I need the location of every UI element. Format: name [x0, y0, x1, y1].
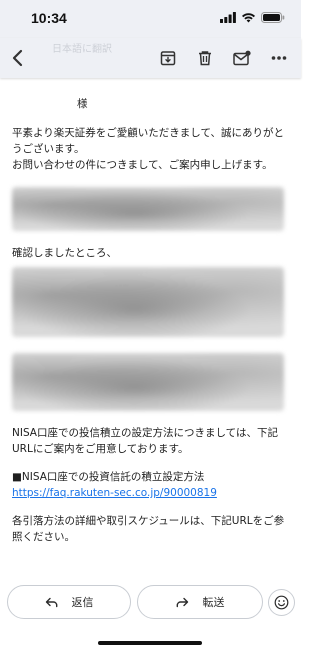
nisa-heading: ■NISA口座での投資信託の積立設定方法	[12, 471, 205, 483]
archive-button[interactable]	[158, 48, 178, 68]
redacted-block	[12, 187, 284, 231]
reply-icon	[45, 597, 57, 607]
confirm-text: 確認しましたところ、	[12, 247, 117, 259]
home-indicator	[98, 641, 202, 645]
mark-unread-button[interactable]	[232, 48, 252, 68]
signal-icon	[220, 12, 236, 23]
battery-icon	[261, 12, 285, 23]
email-body: 様 平素より楽天証券をご愛顧いただきまして、誠にありがとうございます。 お問い合…	[0, 78, 301, 588]
mark-unread-icon	[233, 50, 251, 66]
back-icon	[12, 49, 23, 67]
status-time: 10:34	[31, 10, 67, 26]
intro-text-2: お問い合わせの件につきまして、ご案内申し上げます。	[12, 159, 273, 171]
more-button[interactable]	[269, 48, 289, 68]
wifi-icon	[242, 13, 255, 23]
schedule-paragraph: 各引落方法の詳細や取引スケジュールは、下記URLをご参照ください。	[12, 515, 285, 543]
nisa-paragraph: NISA口座での投信積立の設定方法につきましては、下記URLにご案内をご用意して…	[12, 427, 278, 455]
nisa-faq-link[interactable]: https://faq.rakuten-sec.co.jp/90000819	[12, 487, 217, 499]
reply-label: 返信	[71, 596, 94, 609]
status-icons	[220, 12, 285, 23]
smiley-icon	[274, 595, 289, 610]
delete-button[interactable]	[195, 48, 215, 68]
forward-icon	[176, 597, 188, 607]
status-bar: 10:34	[0, 0, 301, 38]
translate-banner: 日本語に翻訳	[52, 44, 112, 55]
redacted-block	[12, 267, 284, 337]
email-toolbar: 日本語に翻訳	[0, 38, 301, 78]
redacted-block	[12, 353, 284, 411]
emoji-reaction-button[interactable]	[268, 589, 295, 616]
forward-button[interactable]: 転送	[137, 585, 263, 619]
forward-label: 転送	[202, 596, 225, 609]
more-icon	[271, 56, 287, 60]
intro-text: 平素より楽天証券をご愛顧いただきまして、誠にありがとうございます。	[12, 127, 284, 155]
trash-icon	[199, 51, 211, 66]
salutation: 様	[77, 98, 88, 110]
reply-button[interactable]: 返信	[7, 585, 131, 619]
archive-icon	[160, 51, 176, 66]
back-button[interactable]	[7, 48, 27, 68]
